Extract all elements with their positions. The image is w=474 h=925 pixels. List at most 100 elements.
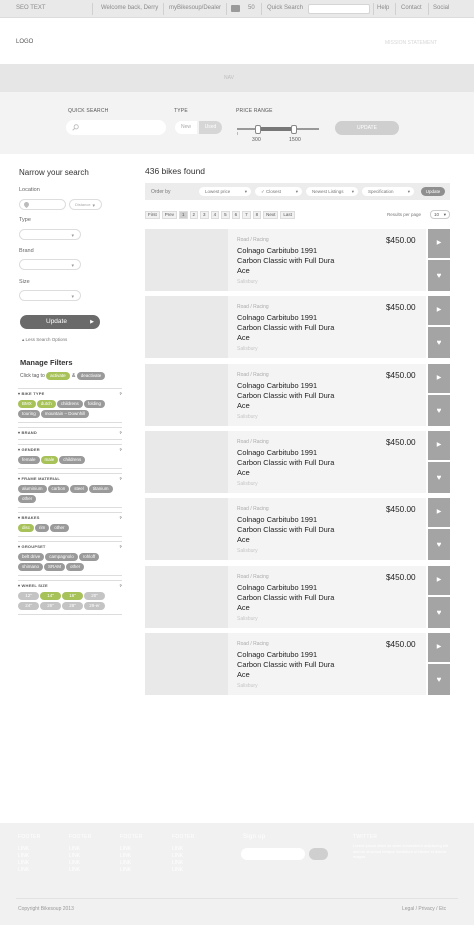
page-link[interactable]: Next — [263, 211, 279, 219]
less-search-options-link[interactable]: ▴ Less Search Options — [22, 337, 67, 343]
filter-tag[interactable]: other — [50, 524, 69, 532]
size-select[interactable]: ▾ — [19, 290, 81, 301]
page-link[interactable]: 5 — [221, 211, 230, 219]
filter-tag[interactable]: belt drive — [18, 553, 45, 561]
signup-email-input[interactable] — [241, 848, 305, 860]
contact-link[interactable]: Contact — [401, 5, 422, 11]
view-bike-button[interactable]: ▶ — [428, 430, 450, 460]
filter-tag[interactable]: 16" — [62, 592, 83, 600]
filter-tag[interactable]: 14" — [40, 592, 61, 600]
help-icon[interactable]: ? — [119, 544, 122, 549]
filter-tag[interactable]: 28" — [62, 602, 83, 610]
bike-title[interactable]: Colnago Carbitubo 1991 Carbon Classic wi… — [237, 246, 335, 276]
legal-links[interactable]: Legal / Privacy / Etc — [402, 906, 446, 912]
favourite-button[interactable]: ♥ — [428, 663, 450, 695]
view-bike-button[interactable]: ▶ — [428, 632, 450, 662]
page-link[interactable]: 6 — [231, 211, 241, 219]
filter-tag[interactable]: BMX — [18, 400, 36, 408]
filter-group-header[interactable]: ▾ BIKE TYPE? — [18, 391, 122, 398]
footer-link[interactable]: LINK — [172, 867, 183, 874]
footer-link[interactable]: LINK — [69, 867, 80, 874]
help-icon[interactable]: ? — [119, 515, 122, 520]
location-input[interactable] — [19, 199, 66, 210]
filter-group-header[interactable]: ▾ GROUPSET? — [18, 544, 122, 551]
filter-group-header[interactable]: ▾ BRAND? — [18, 430, 122, 437]
sort-closest[interactable]: ✓ Closest ▾ — [255, 187, 302, 196]
filter-group-header[interactable]: ▾ GENDER? — [18, 447, 122, 454]
bike-thumbnail[interactable] — [145, 229, 228, 291]
filter-tag[interactable]: mountain – Downhill — [40, 410, 90, 418]
filter-tag[interactable]: rim — [35, 524, 50, 532]
filter-tag[interactable]: 12" — [18, 592, 39, 600]
logo[interactable]: LOGO — [16, 39, 33, 45]
nav-bar[interactable]: NAV — [0, 64, 474, 92]
sort-newest[interactable]: Newest Listings ▾ — [306, 187, 358, 196]
filter-tag[interactable]: male — [40, 456, 59, 464]
filter-group-header[interactable]: ▾ FRAME MATERIAL? — [18, 476, 122, 483]
bike-title[interactable]: Colnago Carbitubo 1991 Carbon Classic wi… — [237, 515, 335, 545]
signup-button[interactable] — [309, 848, 328, 860]
footer-link[interactable]: LINK — [18, 867, 29, 874]
filter-tag[interactable]: steel — [70, 485, 88, 493]
footer-link[interactable]: LINK — [120, 846, 131, 853]
view-bike-button[interactable]: ▶ — [428, 229, 450, 258]
footer-link[interactable]: LINK — [172, 853, 183, 860]
footer-link[interactable]: LINK — [120, 853, 131, 860]
filter-tag[interactable]: SRAM — [44, 563, 66, 571]
help-icon[interactable]: ? — [119, 430, 122, 435]
sort-specification[interactable]: Specification ▾ — [362, 187, 414, 196]
page-link[interactable]: 4 — [210, 211, 220, 219]
filter-tag[interactable]: 29-er — [84, 602, 105, 610]
filter-tag[interactable]: childrens — [56, 400, 83, 408]
page-link[interactable]: First — [145, 211, 160, 219]
filter-group-header[interactable]: ▾ WHEEL SIZE? — [18, 583, 122, 590]
bike-thumbnail[interactable] — [145, 565, 228, 628]
dealer-link[interactable]: myBikesoup/Dealer — [169, 5, 221, 11]
bike-title[interactable]: Colnago Carbitubo 1991 Carbon Classic wi… — [237, 313, 335, 343]
footer-link[interactable]: LINK — [120, 860, 131, 867]
filter-tag[interactable]: 24" — [18, 602, 39, 610]
footer-link[interactable]: LINK — [18, 846, 29, 853]
filter-tag[interactable]: rohloff — [78, 553, 100, 561]
footer-link[interactable]: LINK — [172, 860, 183, 867]
cart-icon[interactable] — [231, 5, 240, 12]
page-link[interactable]: 3 — [200, 211, 209, 219]
footer-link[interactable]: LINK — [120, 867, 131, 874]
sidebar-update-button[interactable]: Update ▶ — [20, 315, 100, 329]
footer-link[interactable]: LINK — [18, 860, 29, 867]
bike-thumbnail[interactable] — [145, 632, 228, 695]
results-per-page-select[interactable]: 10 ▾ — [430, 210, 450, 219]
social-link[interactable]: Social — [433, 5, 449, 11]
bike-title[interactable]: Colnago Carbitubo 1991 Carbon Classic wi… — [237, 381, 335, 411]
help-icon[interactable]: ? — [119, 391, 122, 396]
brand-select[interactable]: ▾ — [19, 259, 81, 270]
filter-tag[interactable]: other — [18, 495, 37, 503]
page-link[interactable]: Last — [280, 211, 295, 219]
sort-lowest-price[interactable]: Lowest price ▾ — [199, 187, 251, 196]
order-update-button[interactable]: Update — [421, 187, 445, 196]
help-icon[interactable]: ? — [119, 447, 122, 452]
page-link[interactable]: 7 — [242, 211, 251, 219]
bike-title[interactable]: Colnago Carbitubo 1991 Carbon Classic wi… — [237, 448, 335, 478]
page-link[interactable]: 1 — [179, 211, 188, 219]
help-icon[interactable]: ? — [119, 583, 122, 588]
footer-link[interactable]: LINK — [18, 853, 29, 860]
page-link[interactable]: 2 — [189, 211, 199, 219]
filter-tag[interactable]: disc — [18, 524, 35, 532]
view-bike-button[interactable]: ▶ — [428, 296, 450, 326]
filter-tag[interactable]: shimano — [18, 563, 44, 571]
footer-link[interactable]: LINK — [69, 846, 80, 853]
filter-tag[interactable]: titanium — [88, 485, 113, 493]
favourite-button[interactable]: ♥ — [428, 260, 450, 291]
filter-tag[interactable]: other — [66, 563, 85, 571]
filter-tag[interactable]: childrens — [59, 456, 86, 464]
distance-select[interactable]: Distance ▾ — [69, 199, 102, 210]
quick-search-input[interactable] — [66, 120, 166, 135]
bike-title[interactable]: Colnago Carbitubo 1991 Carbon Classic wi… — [237, 650, 335, 680]
filter-tag[interactable]: female — [18, 456, 40, 464]
filter-tag[interactable]: aluminium — [18, 485, 47, 493]
view-bike-button[interactable]: ▶ — [428, 498, 450, 528]
type-new-toggle[interactable]: New — [175, 121, 197, 134]
bike-title[interactable]: Colnago Carbitubo 1991 Carbon Classic wi… — [237, 583, 335, 613]
filter-tag[interactable]: touring — [18, 410, 40, 418]
